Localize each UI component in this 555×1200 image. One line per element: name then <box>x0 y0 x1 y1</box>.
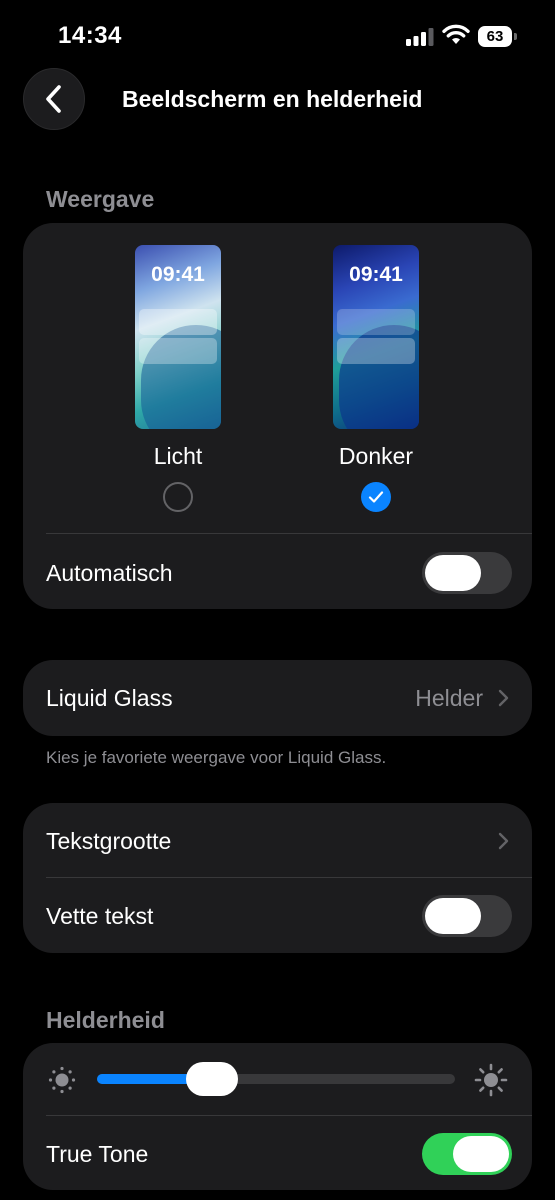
section-label-brightness: Helderheid <box>46 1007 165 1033</box>
appearance-option-light[interactable]: 09:41 <box>135 245 221 429</box>
brightness-card: True Tone <box>23 1043 532 1190</box>
battery-level: 63 <box>478 26 512 47</box>
chevron-left-icon <box>46 85 61 113</box>
battery-icon: 63 <box>478 26 518 47</box>
liquid-glass-row[interactable]: Liquid Glass Helder <box>23 660 532 736</box>
sun-large-icon <box>474 1063 508 1097</box>
dark-label: Donker <box>338 443 414 469</box>
page-title: Beeldscherm en helderheid <box>122 86 423 112</box>
light-label: Licht <box>153 443 203 469</box>
wifi-icon <box>442 24 470 44</box>
dark-preview: 09:41 <box>333 245 419 429</box>
brightness-slider-track[interactable] <box>97 1074 455 1084</box>
text-size-label: Tekstgrootte <box>46 828 172 854</box>
appearance-card: 09:41 Licht 09:41 Donker Automatisch <box>23 223 532 609</box>
light-radio[interactable] <box>163 482 193 512</box>
back-button[interactable] <box>23 68 85 130</box>
true-tone-toggle[interactable] <box>422 1133 512 1175</box>
automatic-toggle[interactable] <box>422 552 512 594</box>
automatic-label: Automatisch <box>46 560 173 586</box>
liquid-glass-footer: Kies je favoriete weergave voor Liquid G… <box>46 748 387 767</box>
liquid-glass-label: Liquid Glass <box>46 685 173 711</box>
checkmark-icon <box>368 491 384 503</box>
dark-radio[interactable] <box>361 482 391 512</box>
true-tone-label: True Tone <box>46 1141 149 1167</box>
chevron-right-icon <box>498 689 509 707</box>
light-preview: 09:41 <box>135 245 221 429</box>
section-label-appearance: Weergave <box>46 186 155 212</box>
appearance-option-dark[interactable]: 09:41 <box>333 245 419 429</box>
brightness-slider-thumb[interactable] <box>185 1062 238 1096</box>
sun-small-icon <box>48 1066 76 1094</box>
liquid-glass-value: Helder <box>415 685 483 711</box>
status-time: 14:34 <box>58 22 122 49</box>
text-settings-card: Tekstgrootte Vette tekst <box>23 803 532 953</box>
text-size-row[interactable]: Tekstgrootte <box>23 803 532 878</box>
chevron-right-icon <box>498 832 509 850</box>
cellular-signal-icon <box>406 28 434 46</box>
bold-text-label: Vette tekst <box>46 903 154 929</box>
bold-text-toggle[interactable] <box>422 895 512 937</box>
